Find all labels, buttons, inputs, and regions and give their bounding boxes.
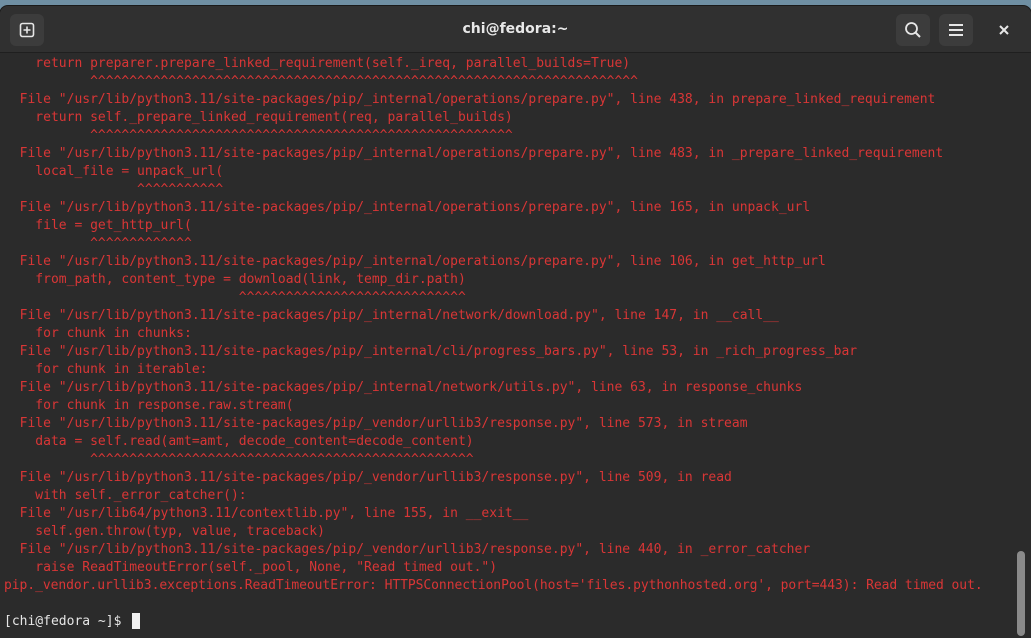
terminal-window: chi@fedora:~ return preparer.prepare_lin… xyxy=(0,6,1031,638)
output-line: File "/usr/lib/python3.11/site-packages/… xyxy=(4,344,858,359)
output-line: File "/usr/lib/python3.11/site-packages/… xyxy=(4,254,826,269)
scrollbar-track[interactable] xyxy=(1015,53,1031,638)
titlebar: chi@fedora:~ xyxy=(0,6,1031,53)
output-line: from_path, content_type = download(link,… xyxy=(4,272,466,287)
output-line: File "/usr/lib/python3.11/site-packages/… xyxy=(4,92,936,107)
menu-button[interactable] xyxy=(939,14,973,46)
output-line: File "/usr/lib/python3.11/site-packages/… xyxy=(4,308,779,323)
search-icon xyxy=(905,22,921,38)
output-line: file = get_http_url( xyxy=(4,218,192,233)
output-line: return self._prepare_linked_requirement(… xyxy=(4,110,513,125)
output-line: raise ReadTimeoutError(self._pool, None,… xyxy=(4,560,498,575)
output-line: File "/usr/lib/python3.11/site-packages/… xyxy=(4,380,803,395)
output-line: return preparer.prepare_linked_requireme… xyxy=(4,56,631,71)
output-line: self.gen.throw(typ, value, traceback) xyxy=(4,524,325,539)
output-line: ^^^^^^^^^^^^^^^^^^^^^^^^^^^^^^^^^^^^^^^^… xyxy=(4,128,513,143)
output-line: for chunk in chunks: xyxy=(4,326,192,341)
output-line: File "/usr/lib/python3.11/site-packages/… xyxy=(4,200,811,215)
output-line: ^^^^^^^^^^^^^ xyxy=(4,236,192,251)
hamburger-menu-icon xyxy=(949,24,963,36)
output-line: File "/usr/lib/python3.11/site-packages/… xyxy=(4,146,944,161)
output-line: for chunk in iterable: xyxy=(4,362,208,377)
output-line: ^^^^^^^^^^^ xyxy=(4,182,224,197)
output-line: data = self.read(amt=amt, decode_content… xyxy=(4,434,474,449)
output-line: File "/usr/lib/python3.11/site-packages/… xyxy=(4,470,732,485)
output-line: local_file = unpack_url( xyxy=(4,164,224,179)
output-line: for chunk in response.raw.stream( xyxy=(4,398,294,413)
output-line: File "/usr/lib64/python3.11/contextlib.p… xyxy=(4,506,529,521)
output-line: ^^^^^^^^^^^^^^^^^^^^^^^^^^^^^^^^^^^^^^^^… xyxy=(4,452,474,467)
text-cursor xyxy=(132,613,140,629)
scrollbar-thumb[interactable] xyxy=(1017,551,1025,636)
error-message-line: pip._vendor.urllib3.exceptions.ReadTimeo… xyxy=(4,578,983,593)
close-button[interactable] xyxy=(987,14,1021,46)
window-title: chi@fedora:~ xyxy=(462,21,569,37)
output-line: with self._error_catcher(): xyxy=(4,488,247,503)
shell-prompt: [chi@fedora ~]$ xyxy=(4,614,130,629)
output-line: ^^^^^^^^^^^^^^^^^^^^^^^^^^^^^^^^^^^^^^^^… xyxy=(4,74,638,89)
output-line: File "/usr/lib/python3.11/site-packages/… xyxy=(4,416,748,431)
terminal-output[interactable]: return preparer.prepare_linked_requireme… xyxy=(0,53,1015,638)
close-icon xyxy=(999,25,1009,35)
search-button[interactable] xyxy=(896,14,930,46)
output-line: ^^^^^^^^^^^^^^^^^^^^^^^^^^^^^ xyxy=(4,290,466,305)
output-line: File "/usr/lib/python3.11/site-packages/… xyxy=(4,542,811,557)
